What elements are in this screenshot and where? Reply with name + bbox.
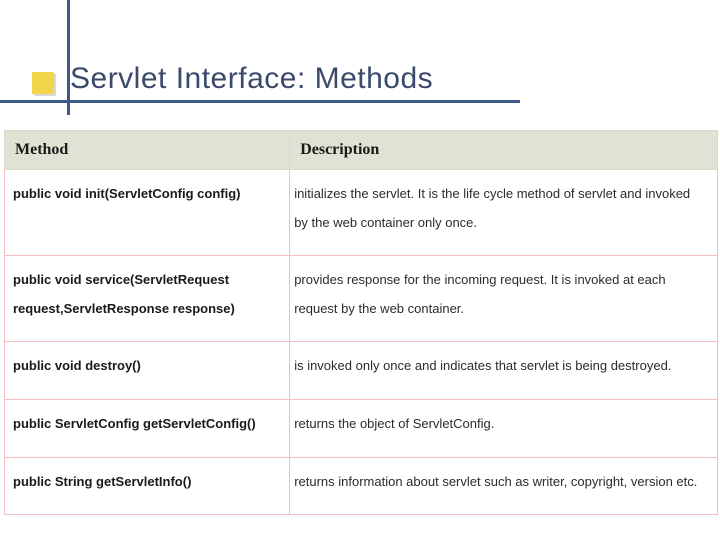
title-bullet-icon	[32, 72, 54, 94]
cell-description: is invoked only once and indicates that …	[290, 342, 718, 400]
cell-description: initializes the servlet. It is the life …	[290, 170, 718, 256]
header-description: Description	[290, 131, 718, 170]
cell-method: public void init(ServletConfig config)	[5, 170, 290, 256]
title-rule-horizontal	[0, 100, 520, 103]
cell-method: public String getServletInfo()	[5, 457, 290, 515]
table-row: public void init(ServletConfig config) i…	[5, 170, 718, 256]
table-row: public void destroy() is invoked only on…	[5, 342, 718, 400]
title-block: Servlet Interface: Methods	[70, 62, 433, 96]
table-row: public ServletConfig getServletConfig() …	[5, 399, 718, 457]
cell-description: provides response for the incoming reque…	[290, 256, 718, 342]
slide: Servlet Interface: Methods Method Descri…	[0, 0, 720, 540]
cell-method: public void service(ServletRequest reque…	[5, 256, 290, 342]
table-row: public String getServletInfo() returns i…	[5, 457, 718, 515]
methods-table-wrap: Method Description public void init(Serv…	[4, 130, 718, 515]
cell-method: public ServletConfig getServletConfig()	[5, 399, 290, 457]
cell-description: returns information about servlet such a…	[290, 457, 718, 515]
table-row: public void service(ServletRequest reque…	[5, 256, 718, 342]
methods-table: Method Description public void init(Serv…	[4, 130, 718, 515]
header-method: Method	[5, 131, 290, 170]
cell-method: public void destroy()	[5, 342, 290, 400]
table-header-row: Method Description	[5, 131, 718, 170]
page-title: Servlet Interface: Methods	[70, 62, 433, 96]
cell-description: returns the object of ServletConfig.	[290, 399, 718, 457]
title-rule-vertical	[67, 0, 70, 115]
